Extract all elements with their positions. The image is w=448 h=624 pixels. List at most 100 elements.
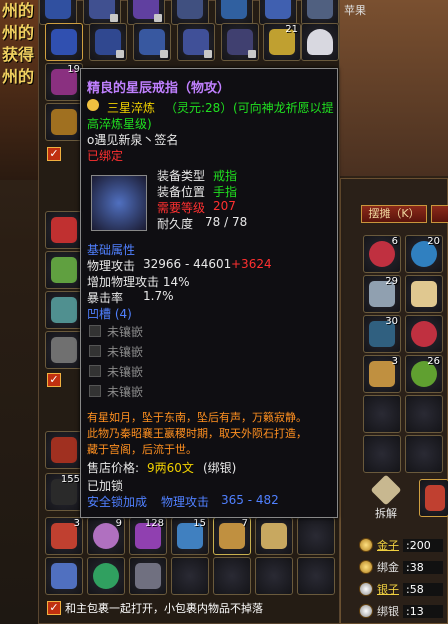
slot-count: 15 [193, 518, 206, 529]
moon-icon [87, 99, 99, 111]
extra-button[interactable] [431, 205, 448, 223]
bag-slot[interactable] [259, 0, 297, 25]
bag-slot[interactable] [405, 395, 443, 433]
lore-line: 有星如月，坠于东南，坠后有声，万籁寂静。 [87, 411, 307, 424]
bag-slot[interactable] [405, 315, 443, 353]
bag-slot[interactable]: 9 [87, 517, 125, 555]
bag-slot-selected[interactable] [45, 23, 83, 61]
stat-bonus: +3624 [231, 257, 272, 271]
bag-slot[interactable]: 29 [363, 275, 401, 313]
bag-slot[interactable]: 20 [405, 235, 443, 273]
attr-label: 装备类型 [157, 169, 206, 183]
stat-label: 暴击率 [87, 291, 124, 305]
lock-bonus-value: 365 - 482 [221, 493, 279, 507]
socket-label: 未镶嵌 [107, 385, 144, 399]
attr-value: 手指 [213, 185, 238, 199]
bag-slot[interactable] [363, 435, 401, 473]
money-label[interactable]: 银子 [377, 581, 399, 597]
checkbox[interactable]: ✓ [47, 373, 61, 387]
money-label: 绑银 [377, 605, 399, 618]
slot-count: 3 [73, 518, 80, 529]
bag-slot[interactable] [419, 479, 448, 517]
split-button[interactable]: 拆解 [370, 474, 402, 521]
bag-slot[interactable]: 155 [45, 473, 83, 511]
money-bound-gold: 绑金:38 [359, 559, 443, 575]
refine-stars: 三星淬炼 [107, 101, 156, 115]
slot-count: 19 [67, 64, 80, 75]
bag-slot[interactable] [83, 0, 121, 25]
bag-slot[interactable] [89, 23, 127, 61]
bag-slot[interactable] [127, 0, 165, 25]
bag-slot[interactable]: 26 [405, 355, 443, 393]
bag-slot[interactable] [255, 517, 293, 555]
bag-slot[interactable] [255, 557, 293, 595]
bag-slot[interactable]: 7 [213, 517, 251, 555]
lock-icon [160, 50, 168, 58]
bag-slot[interactable] [171, 557, 209, 595]
stat-value: 32966 - 44601 [143, 257, 232, 271]
bag-slot[interactable]: 19 [45, 63, 83, 101]
lore-line: 此物乃秦昭襄王嬴稷时期，取天外陨石打造， [87, 427, 307, 440]
bag-slot[interactable] [45, 251, 83, 289]
lock-icon [204, 50, 212, 58]
refine-hint-1: (可向神龙祈愿以提 [233, 101, 334, 115]
bag-slot[interactable] [171, 0, 209, 25]
item-tooltip: 精良的星辰戒指（物攻） 三星淬炼 （灵元:28） (可向神龙祈愿以提 高淬炼星级… [80, 68, 338, 518]
bag-slot[interactable] [297, 557, 335, 595]
attr-value: 78 / 78 [205, 215, 248, 229]
bag-checkbox-row-mid[interactable]: ✓ [47, 373, 61, 387]
bag-slot[interactable] [45, 431, 83, 469]
sockets-header: 凹槽 (4) [87, 307, 132, 321]
slot-count: 26 [427, 356, 440, 367]
bag-slot[interactable] [45, 103, 83, 141]
bag-slot[interactable] [87, 557, 125, 595]
bag-slot[interactable] [45, 291, 83, 329]
bag-slot[interactable] [363, 395, 401, 433]
checkbox[interactable]: ✓ [47, 147, 61, 161]
slot-count: 21 [285, 24, 298, 35]
stall-button[interactable]: 摆摊（K） [361, 205, 427, 223]
bag-slot[interactable] [39, 0, 77, 25]
money-label[interactable]: 金子 [377, 537, 399, 553]
money-value: :38 [403, 560, 443, 574]
attr-label: 耐久度 [157, 217, 194, 231]
bag-checkbox-row-top[interactable]: ✓ [47, 147, 61, 161]
bag-slot[interactable] [301, 23, 339, 61]
bag-slot[interactable] [129, 557, 167, 595]
bag-slot[interactable] [133, 23, 171, 61]
bag-slot[interactable]: 21 [263, 23, 301, 61]
bag-slot[interactable] [177, 23, 215, 61]
lock-bonus-stat: 物理攻击 [161, 495, 210, 509]
socket-icon [89, 385, 101, 397]
bag-checkbox-row[interactable]: ✓ 和主包裹一起打开，小包裹内物品不掉落 [47, 600, 263, 616]
bag-slot[interactable] [45, 331, 83, 369]
bag-slot[interactable]: 30 [363, 315, 401, 353]
bag-slot[interactable]: 15 [171, 517, 209, 555]
lock-icon [154, 14, 162, 22]
checkbox[interactable]: ✓ [47, 601, 61, 615]
bag-slot[interactable]: 6 [363, 235, 401, 273]
bag-slot[interactable] [213, 557, 251, 595]
bag-slot[interactable] [301, 0, 339, 25]
socket-label: 未镶嵌 [107, 325, 144, 339]
coin-icon [359, 538, 373, 552]
checkbox-label: 和主包裹一起打开，小包裹内物品不掉落 [65, 602, 263, 615]
socket-label: 未镶嵌 [107, 345, 144, 359]
slot-count: 128 [144, 518, 164, 529]
bag-slot[interactable]: 128 [129, 517, 167, 555]
bag-slot[interactable] [297, 517, 335, 555]
bag-slot[interactable] [405, 275, 443, 313]
bag-slot[interactable] [45, 211, 83, 249]
bag-slot[interactable]: 3 [45, 517, 83, 555]
slot-count: 6 [391, 236, 398, 247]
bag-slot[interactable] [215, 0, 253, 25]
maker-signature: o遇见新泉丶签名 [87, 133, 179, 147]
slot-count: 7 [241, 518, 248, 529]
bag-slot[interactable] [405, 435, 443, 473]
split-label: 拆解 [375, 507, 397, 520]
bag-slot[interactable] [45, 557, 83, 595]
bound-status: 已绑定 [87, 149, 124, 163]
bag-slot[interactable] [221, 23, 259, 61]
bag-slot[interactable]: 3 [363, 355, 401, 393]
slot-count: 20 [427, 236, 440, 247]
